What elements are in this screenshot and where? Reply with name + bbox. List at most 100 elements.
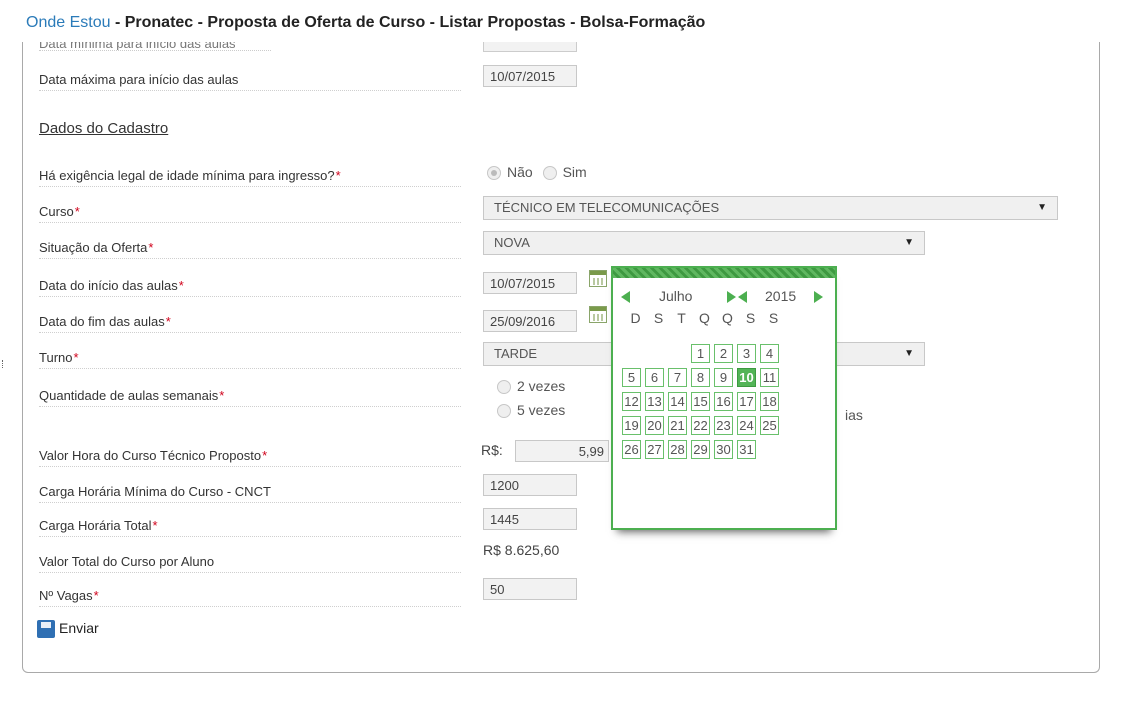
- calendar-day[interactable]: 7: [668, 368, 687, 387]
- required-mark: *: [93, 588, 99, 603]
- calendar-day[interactable]: 27: [645, 440, 664, 459]
- required-mark: *: [262, 448, 268, 463]
- aulas-opt1-label: 2 vezes: [517, 378, 566, 394]
- weekday-label: Q: [699, 310, 710, 326]
- next-year-arrow-icon[interactable]: [814, 291, 823, 303]
- prev-month-arrow-icon[interactable]: [621, 291, 630, 303]
- inicio-field[interactable]: 10/07/2015: [483, 272, 577, 294]
- weekday-label: Q: [722, 310, 733, 326]
- required-mark: *: [152, 518, 158, 533]
- calendar-day[interactable]: 28: [668, 440, 687, 459]
- valor-hora-field[interactable]: 5,99: [515, 440, 609, 462]
- aulas-option-partial: ias: [845, 407, 863, 423]
- vagas-field[interactable]: 50: [483, 578, 577, 600]
- aulas-opt2-label: 5 vezes: [517, 402, 566, 418]
- next-month-arrow-icon[interactable]: [727, 291, 736, 303]
- situacao-value: NOVA: [494, 235, 530, 250]
- age-no-radio[interactable]: [487, 166, 501, 181]
- calendar-day[interactable]: 9: [714, 368, 733, 387]
- required-mark: *: [165, 314, 171, 329]
- fim-field[interactable]: 25/09/2016: [483, 310, 577, 332]
- calendar-day[interactable]: 13: [645, 392, 664, 411]
- calendar-day[interactable]: 31: [737, 440, 756, 459]
- aulas-label: Quantidade de aulas semanais: [39, 388, 219, 403]
- dropdown-arrow-icon: ▼: [904, 237, 914, 248]
- datepicker-month: Julho: [659, 288, 693, 304]
- min-start-field[interactable]: [483, 42, 577, 52]
- calendar-day[interactable]: 18: [760, 392, 779, 411]
- fim-label: Data do fim das aulas: [39, 314, 165, 329]
- resize-handle: [2, 360, 5, 368]
- required-mark: *: [73, 350, 79, 365]
- weekday-header: D S T Q Q S S: [624, 310, 835, 326]
- calendar-day[interactable]: 3: [737, 344, 756, 363]
- calendar-day[interactable]: 24: [737, 416, 756, 435]
- prev-year-arrow-icon[interactable]: [738, 291, 747, 303]
- calendar-day[interactable]: 8: [691, 368, 710, 387]
- weekday-label: S: [745, 310, 756, 326]
- section-title: Dados do Cadastro: [39, 120, 169, 137]
- row-age: Há exigência legal de idade mínima para …: [39, 162, 461, 187]
- row-valor-hora: Valor Hora do Curso Técnico Proposto*: [39, 442, 461, 467]
- currency-symbol: R$:: [481, 442, 503, 458]
- aulas-option-5[interactable]: 5 vezes: [497, 402, 566, 419]
- weekday-label: D: [630, 310, 641, 326]
- valor-hora-label: Valor Hora do Curso Técnico Proposto: [39, 448, 262, 463]
- calendar-day[interactable]: 19: [622, 416, 641, 435]
- situacao-select[interactable]: NOVA ▼: [483, 231, 925, 255]
- row-vagas: Nº Vagas*: [39, 582, 461, 607]
- age-yes-radio[interactable]: [542, 166, 557, 181]
- calendar-day[interactable]: 15: [691, 392, 710, 411]
- breadcrumb-path: - Pronatec - Proposta de Oferta de Curso…: [110, 14, 706, 31]
- calendar-day[interactable]: 23: [714, 416, 733, 435]
- row-carga-total: Carga Horária Total*: [39, 512, 461, 537]
- row-turno: Turno*: [39, 344, 461, 369]
- dropdown-arrow-icon: ▼: [1037, 202, 1047, 213]
- calendar-day[interactable]: 6: [645, 368, 664, 387]
- max-start-field[interactable]: 10/07/2015: [483, 65, 577, 87]
- calendar-day[interactable]: 10: [737, 368, 756, 387]
- required-mark: *: [219, 388, 225, 403]
- turno-label: Turno: [39, 350, 73, 365]
- weekday-label: S: [653, 310, 664, 326]
- carga-min-label: Carga Horária Mínima do Curso - CNCT: [39, 484, 271, 499]
- carga-min-field: 1200: [483, 474, 577, 496]
- calendar-day[interactable]: 26: [622, 440, 641, 459]
- calendar-day[interactable]: 22: [691, 416, 710, 435]
- calendar-day[interactable]: 1: [691, 344, 710, 363]
- curso-label: Curso: [39, 204, 74, 219]
- carga-total-field[interactable]: 1445: [483, 508, 577, 530]
- max-start-label: Data máxima para início das aulas: [39, 72, 239, 87]
- form-panel: Data mínima para início das aulas Data m…: [22, 42, 1100, 673]
- radio-icon[interactable]: [497, 404, 511, 419]
- required-mark: *: [178, 278, 184, 293]
- age-no-label: Não: [507, 164, 533, 180]
- calendar-day[interactable]: 16: [714, 392, 733, 411]
- calendar-day[interactable]: 21: [668, 416, 687, 435]
- submit-button[interactable]: Enviar: [37, 620, 99, 639]
- calendar-day[interactable]: 2: [714, 344, 733, 363]
- breadcrumb-here[interactable]: Onde Estou: [26, 14, 111, 31]
- calendar-day[interactable]: 5: [622, 368, 641, 387]
- carga-total-label: Carga Horária Total: [39, 518, 152, 533]
- calendar-icon[interactable]: [589, 270, 607, 287]
- calendar-day[interactable]: 30: [714, 440, 733, 459]
- calendar-icon[interactable]: [589, 306, 607, 323]
- aulas-option-2[interactable]: 2 vezes: [497, 378, 566, 395]
- calendar-day[interactable]: 17: [737, 392, 756, 411]
- calendar-day[interactable]: 11: [760, 368, 779, 387]
- calendar-day[interactable]: 29: [691, 440, 710, 459]
- row-inicio: Data do início das aulas*: [39, 272, 461, 297]
- breadcrumb: Onde Estou - Pronatec - Proposta de Ofer…: [26, 14, 1106, 44]
- required-mark: *: [148, 240, 154, 255]
- valor-total-label: Valor Total do Curso por Aluno: [39, 554, 215, 569]
- calendar-day[interactable]: 14: [668, 392, 687, 411]
- curso-select[interactable]: TÉCNICO EM TELECOMUNICAÇÕES ▼: [483, 196, 1058, 220]
- inicio-label: Data do início das aulas: [39, 278, 178, 293]
- calendar-day[interactable]: 20: [645, 416, 664, 435]
- datepicker-year: 2015: [765, 288, 797, 304]
- calendar-day[interactable]: 12: [622, 392, 641, 411]
- radio-icon[interactable]: [497, 380, 511, 395]
- calendar-day[interactable]: 25: [760, 416, 779, 435]
- calendar-day[interactable]: 4: [760, 344, 779, 363]
